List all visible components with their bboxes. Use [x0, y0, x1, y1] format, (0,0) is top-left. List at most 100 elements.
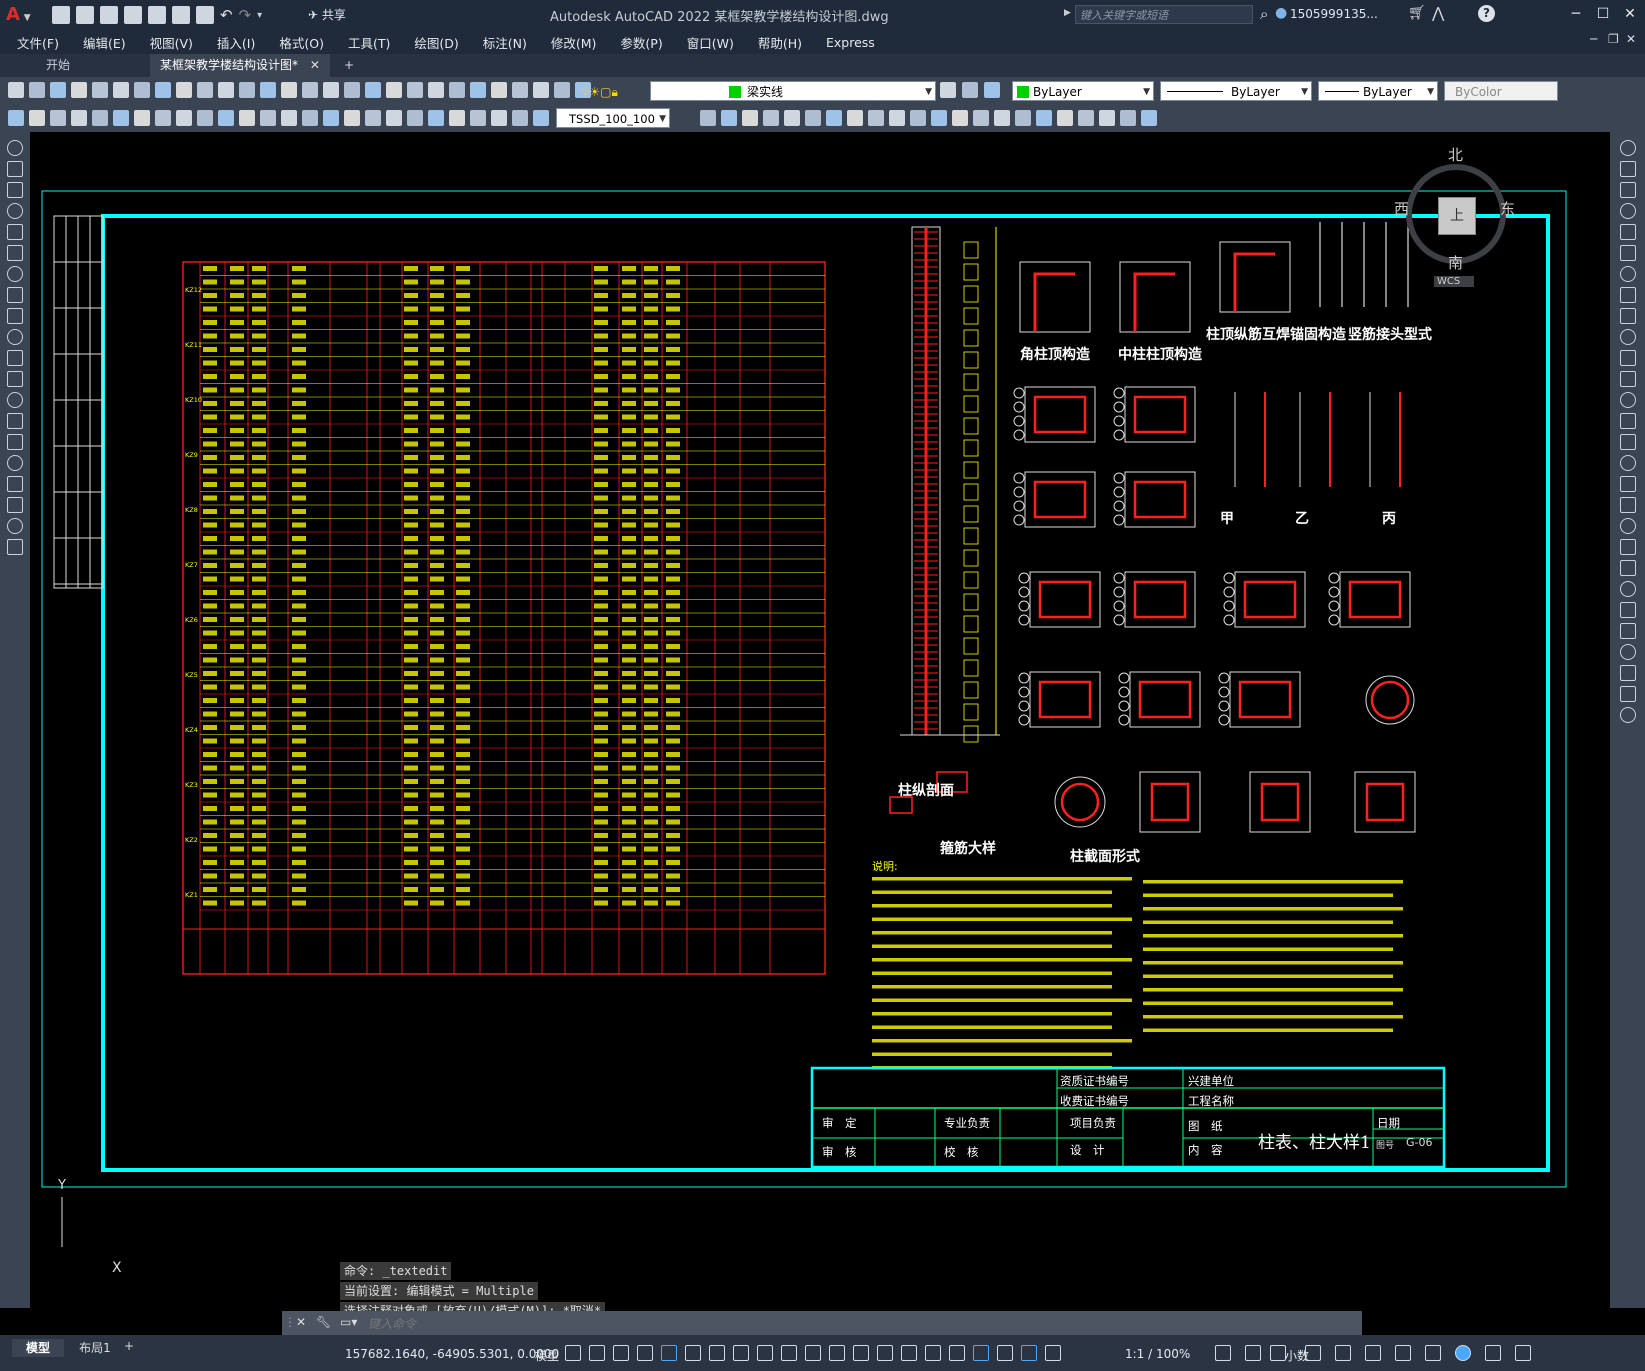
grip-handle-icon[interactable]: ⋮ [284, 1315, 296, 1329]
compass-east[interactable]: 东 [1500, 198, 1515, 219]
std-icon-15[interactable] [323, 82, 339, 98]
sb-right-tool-icon-19[interactable] [1620, 539, 1636, 555]
modify-icon-8[interactable] [868, 110, 884, 126]
sb-right-tool-icon-21[interactable] [1620, 581, 1636, 597]
status-toggle-icon-16[interactable] [949, 1345, 965, 1361]
status-right-icon-10[interactable] [1515, 1345, 1531, 1361]
menu-help[interactable]: 帮助(H) [758, 33, 802, 52]
sb-right-tool-icon-14[interactable] [1620, 434, 1636, 450]
status-toggle-icon-5[interactable] [685, 1345, 701, 1361]
status-right-icon-1[interactable] [1245, 1345, 1261, 1361]
sb-right-tool-icon-17[interactable] [1620, 497, 1636, 513]
modify-icon-10[interactable] [910, 110, 926, 126]
layer-tools-icon-2[interactable] [984, 82, 1000, 98]
coordinates-readout[interactable]: 157682.1640, -64905.5301, 0.0000 [345, 1347, 559, 1361]
minimize-button[interactable]: ─ [1562, 4, 1590, 24]
draw-icon-19[interactable] [407, 110, 423, 126]
sb-left-tool-icon-17[interactable] [7, 497, 23, 513]
menu-view[interactable]: 视图(V) [150, 33, 193, 52]
sb-right-tool-icon-20[interactable] [1620, 560, 1636, 576]
modify-icon-4[interactable] [784, 110, 800, 126]
sb-left-tool-icon-6[interactable] [7, 266, 23, 282]
sb-right-tool-icon-23[interactable] [1620, 623, 1636, 639]
draw-icon-0[interactable] [8, 110, 24, 126]
annotation-scale[interactable]: 1:1 / 100% [1125, 1347, 1190, 1361]
publish-icon[interactable] [148, 6, 166, 24]
compass-north[interactable]: 北 [1448, 144, 1463, 165]
std-icon-10[interactable] [218, 82, 234, 98]
modify-icon-0[interactable] [700, 110, 716, 126]
status-toggle-icon-15[interactable] [925, 1345, 941, 1361]
menu-dimension[interactable]: 标注(N) [483, 33, 527, 52]
std-icon-2[interactable] [50, 82, 66, 98]
draw-icon-12[interactable] [260, 110, 276, 126]
status-toggle-icon-7[interactable] [733, 1345, 749, 1361]
status-toggle-icon-9[interactable] [781, 1345, 797, 1361]
std-icon-11[interactable] [239, 82, 255, 98]
close-command-line-icon[interactable]: ✕ [296, 1315, 306, 1329]
sb-left-tool-icon-7[interactable] [7, 287, 23, 303]
sb-right-tool-icon-27[interactable] [1620, 707, 1636, 723]
sb-right-tool-icon-7[interactable] [1620, 287, 1636, 303]
std-icon-12[interactable] [260, 82, 276, 98]
status-right-icon-0[interactable] [1215, 1345, 1231, 1361]
std-icon-21[interactable] [449, 82, 465, 98]
wcs-menu[interactable]: WCS [1434, 276, 1475, 287]
viewcube[interactable]: 上 北 南 东 西 WCS [1394, 146, 1515, 287]
menu-edit[interactable]: 编辑(E) [83, 33, 126, 52]
status-right-icon-7[interactable] [1425, 1345, 1441, 1361]
layout-tab-layout1[interactable]: 布局1 [70, 1339, 120, 1357]
undo-icon[interactable]: ↶ [220, 6, 233, 24]
compass-south[interactable]: 南 [1448, 252, 1463, 273]
sb-left-tool-icon-10[interactable] [7, 350, 23, 366]
status-right-icon-2[interactable] [1270, 1345, 1286, 1361]
draw-icon-9[interactable] [197, 110, 213, 126]
sb-left-tool-icon-9[interactable] [7, 329, 23, 345]
sb-right-tool-icon-1[interactable] [1620, 161, 1636, 177]
draw-icon-6[interactable] [134, 110, 150, 126]
sb-left-tool-icon-15[interactable] [7, 455, 23, 471]
std-icon-13[interactable] [281, 82, 297, 98]
status-toggle-icon-2[interactable] [613, 1345, 629, 1361]
status-toggle-icon-18[interactable] [997, 1345, 1013, 1361]
modify-icon-9[interactable] [889, 110, 905, 126]
sb-left-tool-icon-0[interactable] [7, 140, 23, 156]
status-toggle-icon-12[interactable] [853, 1345, 869, 1361]
draw-icon-18[interactable] [386, 110, 402, 126]
layer-dropdown[interactable]: 💡︎☀︎▢🔒︎ 梁实线 ▼ [581, 81, 936, 101]
help-icon[interactable]: ? [1478, 5, 1495, 22]
sb-left-tool-icon-5[interactable] [7, 245, 23, 261]
maximize-button[interactable]: ☐ [1589, 4, 1617, 24]
std-icon-14[interactable] [302, 82, 318, 98]
drawing-canvas[interactable]: KZ12 KZ11 KZ10 KZ9 KZ8 KZ7 KZ6 KZ5 KZ4 KZ3 KZ2 KZ1 … [30, 132, 1610, 1276]
status-toggle-icon-8[interactable] [757, 1345, 773, 1361]
menu-format[interactable]: 格式(O) [279, 33, 324, 52]
draw-icon-24[interactable] [512, 110, 528, 126]
search-expand-icon[interactable]: ▶ [1064, 8, 1071, 18]
draw-icon-3[interactable] [71, 110, 87, 126]
sb-right-tool-icon-24[interactable] [1620, 644, 1636, 660]
export-icon[interactable] [172, 6, 190, 24]
sb-right-tool-icon-10[interactable] [1620, 350, 1636, 366]
draw-icon-20[interactable] [428, 110, 444, 126]
draw-icon-5[interactable] [113, 110, 129, 126]
modify-icon-5[interactable] [805, 110, 821, 126]
tab-active-drawing[interactable]: 某框架教学楼结构设计图* ✕ [150, 54, 330, 77]
sb-right-tool-icon-4[interactable] [1620, 224, 1636, 240]
modify-icon-21[interactable] [1141, 110, 1157, 126]
cart-icon[interactable]: 🛒︎ [1408, 5, 1426, 21]
status-toggle-icon-1[interactable] [589, 1345, 605, 1361]
status-toggle-icon-0[interactable] [565, 1345, 581, 1361]
modify-icon-20[interactable] [1120, 110, 1136, 126]
layer-tools-icon-0[interactable] [940, 82, 956, 98]
status-right-icon-8[interactable] [1455, 1345, 1471, 1361]
lineweight-dropdown[interactable]: ByLayer ▼ [1318, 81, 1438, 101]
draw-icon-21[interactable] [449, 110, 465, 126]
std-icon-20[interactable] [428, 82, 444, 98]
std-icon-5[interactable] [113, 82, 129, 98]
menu-insert[interactable]: 插入(I) [217, 33, 255, 52]
tab-start[interactable]: 开始 [20, 54, 150, 77]
sb-left-tool-icon-16[interactable] [7, 476, 23, 492]
status-toggle-icon-14[interactable] [901, 1345, 917, 1361]
draw-icon-17[interactable] [365, 110, 381, 126]
